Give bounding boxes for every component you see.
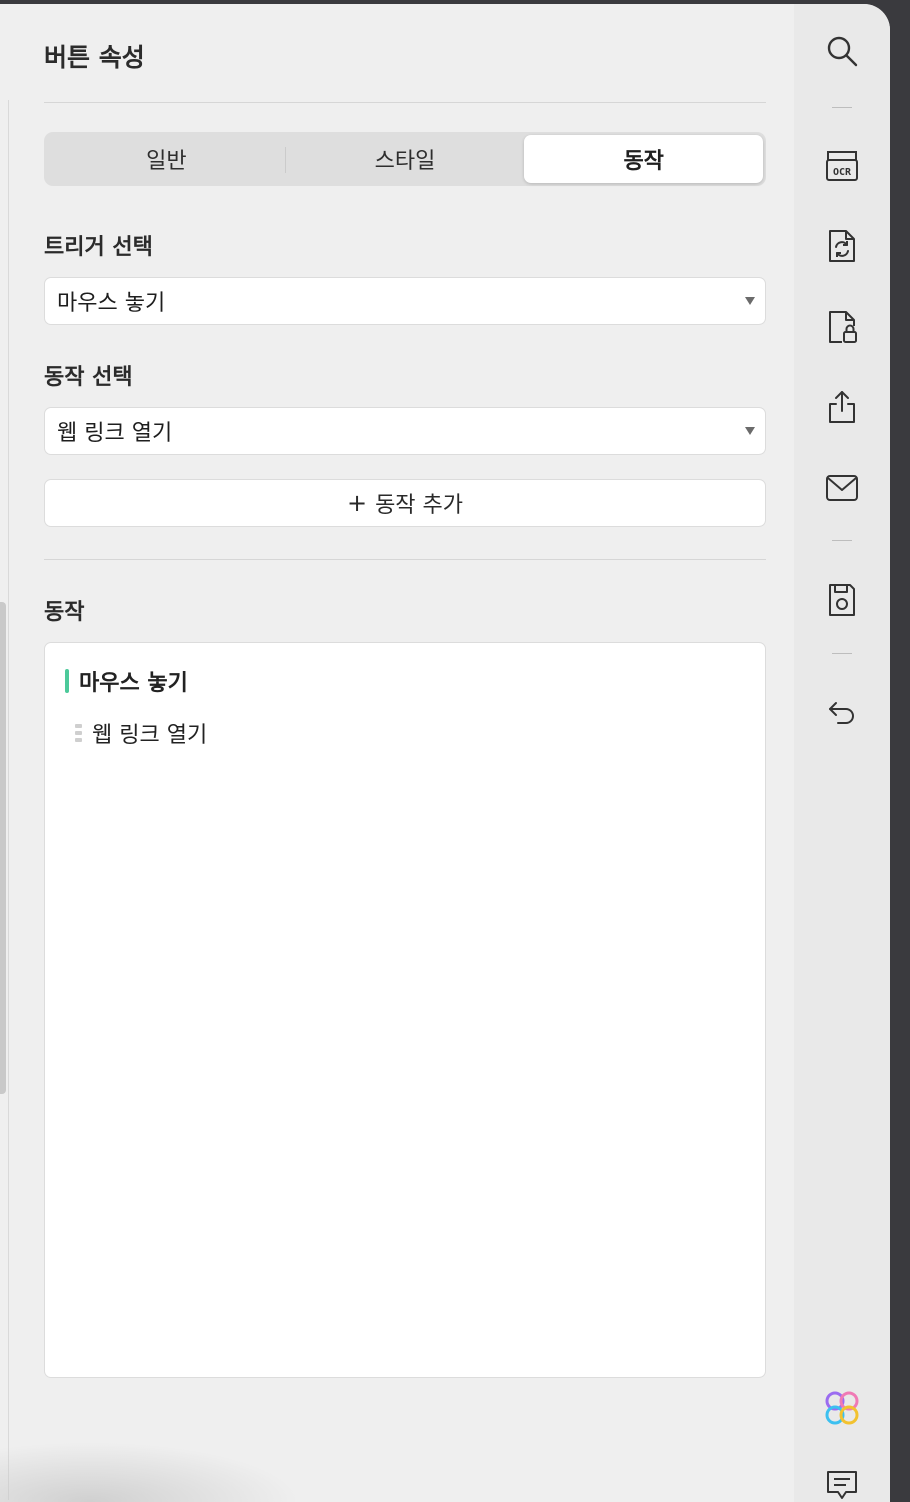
svg-text:OCR: OCR — [833, 167, 852, 178]
comment-icon[interactable] — [823, 1466, 861, 1502]
plus-icon: + — [346, 489, 368, 517]
action-select-label: 동작 선택 — [44, 365, 133, 390]
undo-icon[interactable] — [823, 693, 861, 731]
list-item-trigger[interactable]: 마우스 놓기 — [65, 667, 188, 696]
mail-icon[interactable] — [823, 469, 861, 507]
trigger-select-label: 트리거 선택 — [44, 235, 153, 260]
trigger-item-label: 마우스 놓기 — [79, 671, 188, 696]
action-select-value: 웹 링크 열기 — [57, 421, 173, 446]
toolbar-divider — [832, 540, 852, 541]
trigger-marker — [65, 669, 69, 693]
section-divider — [44, 559, 766, 560]
right-toolbar: OCR — [794, 4, 890, 1502]
tab-general[interactable]: 일반 — [47, 135, 286, 183]
document-edge — [8, 100, 9, 1500]
search-icon[interactable] — [823, 32, 861, 70]
actions-list: 마우스 놓기 웹 링크 열기 — [44, 642, 766, 1378]
save-icon[interactable] — [823, 581, 861, 619]
toolbar-divider — [832, 653, 852, 654]
ocr-icon[interactable]: OCR — [823, 147, 861, 185]
list-item-action[interactable]: 웹 링크 열기 — [75, 719, 208, 748]
document-scrollbar[interactable] — [0, 602, 6, 1094]
dropdown-caret-icon — [745, 427, 755, 435]
actions-section-label: 동작 — [44, 600, 85, 625]
app-window: 버튼 속성 일반 스타일 동작 트리거 선택 마우스 놓기 동작 선택 웹 링크… — [0, 4, 890, 1502]
property-tabs: 일반 스타일 동작 — [44, 132, 766, 186]
panel-title: 버튼 속성 — [44, 43, 145, 72]
trigger-select-value: 마우스 놓기 — [57, 291, 166, 316]
drag-handle-icon[interactable] — [75, 724, 82, 742]
button-properties-panel: 버튼 속성 일반 스타일 동작 트리거 선택 마우스 놓기 동작 선택 웹 링크… — [44, 4, 766, 1502]
ai-assistant-icon[interactable] — [823, 1389, 861, 1427]
trigger-select[interactable]: 마우스 놓기 — [44, 277, 766, 325]
title-divider — [44, 102, 766, 103]
add-action-label: 동작 추가 — [375, 493, 464, 518]
toolbar-divider — [832, 107, 852, 108]
dropdown-caret-icon — [745, 297, 755, 305]
decorative-shadow — [0, 1442, 300, 1502]
protect-document-icon[interactable] — [823, 308, 861, 346]
tab-style[interactable]: 스타일 — [286, 135, 525, 183]
action-item-label: 웹 링크 열기 — [92, 723, 208, 748]
add-action-button[interactable]: + 동작 추가 — [44, 479, 766, 527]
tab-action[interactable]: 동작 — [524, 135, 764, 183]
convert-document-icon[interactable] — [823, 227, 861, 265]
action-select[interactable]: 웹 링크 열기 — [44, 407, 766, 455]
share-icon[interactable] — [823, 388, 861, 426]
